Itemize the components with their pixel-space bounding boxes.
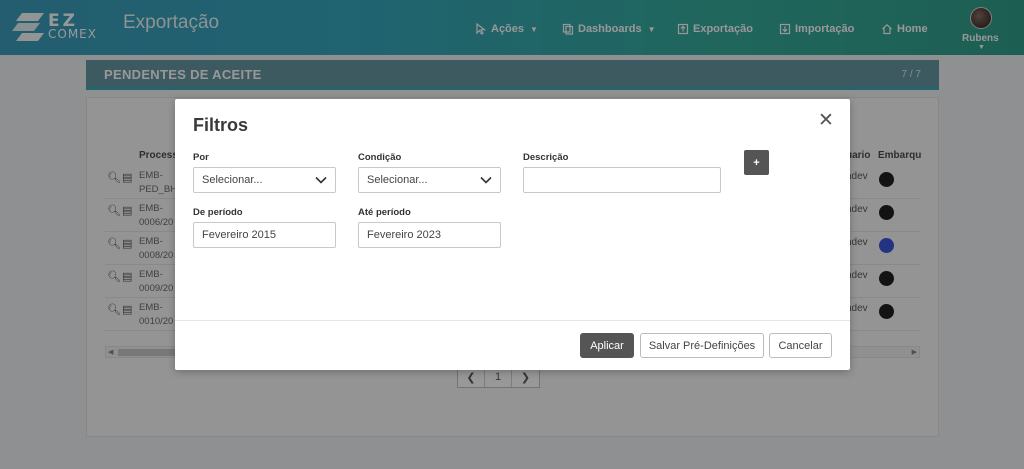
ate-periodo-label: Até período — [358, 207, 411, 218]
filters-modal: Filtros ✕ Por Selecionar... Condição Sel… — [175, 99, 850, 370]
chevron-down-icon — [315, 176, 327, 184]
ate-periodo-input[interactable]: Fevereiro 2023 — [358, 222, 501, 248]
chevron-down-icon — [480, 176, 492, 184]
de-periodo-label: De período — [193, 207, 243, 218]
condicao-select-value: Selecionar... — [367, 174, 428, 186]
descricao-label: Descrição — [523, 152, 569, 163]
por-select-value: Selecionar... — [202, 174, 263, 186]
add-filter-button[interactable]: + — [744, 150, 769, 175]
apply-button[interactable]: Aplicar — [580, 333, 634, 358]
condicao-label: Condição — [358, 152, 402, 163]
modal-title: Filtros — [193, 115, 249, 135]
por-label: Por — [193, 152, 209, 163]
descricao-input[interactable] — [523, 167, 721, 193]
condicao-select[interactable]: Selecionar... — [358, 167, 501, 193]
por-select[interactable]: Selecionar... — [193, 167, 336, 193]
de-periodo-input[interactable]: Fevereiro 2015 — [193, 222, 336, 248]
modal-footer: Aplicar Salvar Pré-Definições Cancelar — [175, 320, 850, 370]
save-presets-button[interactable]: Salvar Pré-Definições — [640, 333, 764, 358]
cancel-button[interactable]: Cancelar — [769, 333, 832, 358]
close-icon[interactable]: ✕ — [818, 111, 834, 130]
